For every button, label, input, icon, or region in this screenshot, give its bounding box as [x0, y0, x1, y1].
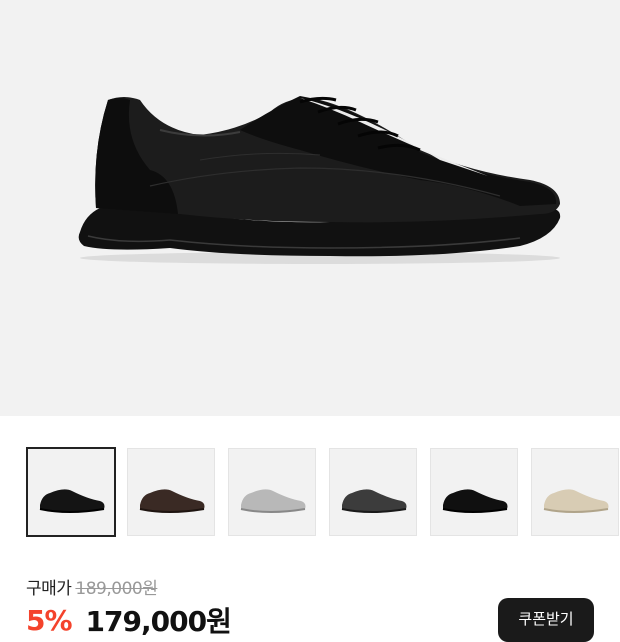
sale-price: 179,000원 — [85, 605, 232, 638]
thumbnail-beige-leather[interactable] — [531, 448, 619, 536]
thumbnail-black-leather[interactable] — [26, 447, 116, 537]
thumbnail-shoe-icon — [240, 489, 306, 513]
thumbnail-shoe-icon — [442, 489, 508, 513]
thumbnail-black-suede[interactable] — [430, 448, 518, 536]
thumbnail-dark-grey-leather[interactable] — [329, 448, 417, 536]
sale-price-row: 5% 179,000원 — [26, 600, 232, 640]
thumbnail-strip — [26, 447, 620, 537]
thumbnail-brown-leather[interactable] — [127, 448, 215, 536]
product-main-image — [0, 0, 620, 416]
coupon-button[interactable]: 쿠폰받기 — [498, 598, 594, 642]
main-shoe-image — [78, 96, 561, 264]
discount-rate: 5% — [26, 603, 73, 637]
thumbnail-silver-leather[interactable] — [228, 448, 316, 536]
thumbnail-shoe-icon — [543, 489, 609, 513]
original-price-row: 구매가 189,000원 — [26, 572, 158, 600]
thumbnail-shoe-icon — [139, 489, 205, 513]
price-label: 구매가 — [26, 578, 72, 599]
thumbnail-shoe-icon — [39, 489, 105, 513]
thumbnail-shoe-icon — [341, 489, 407, 513]
original-price: 189,000원 — [75, 578, 158, 599]
